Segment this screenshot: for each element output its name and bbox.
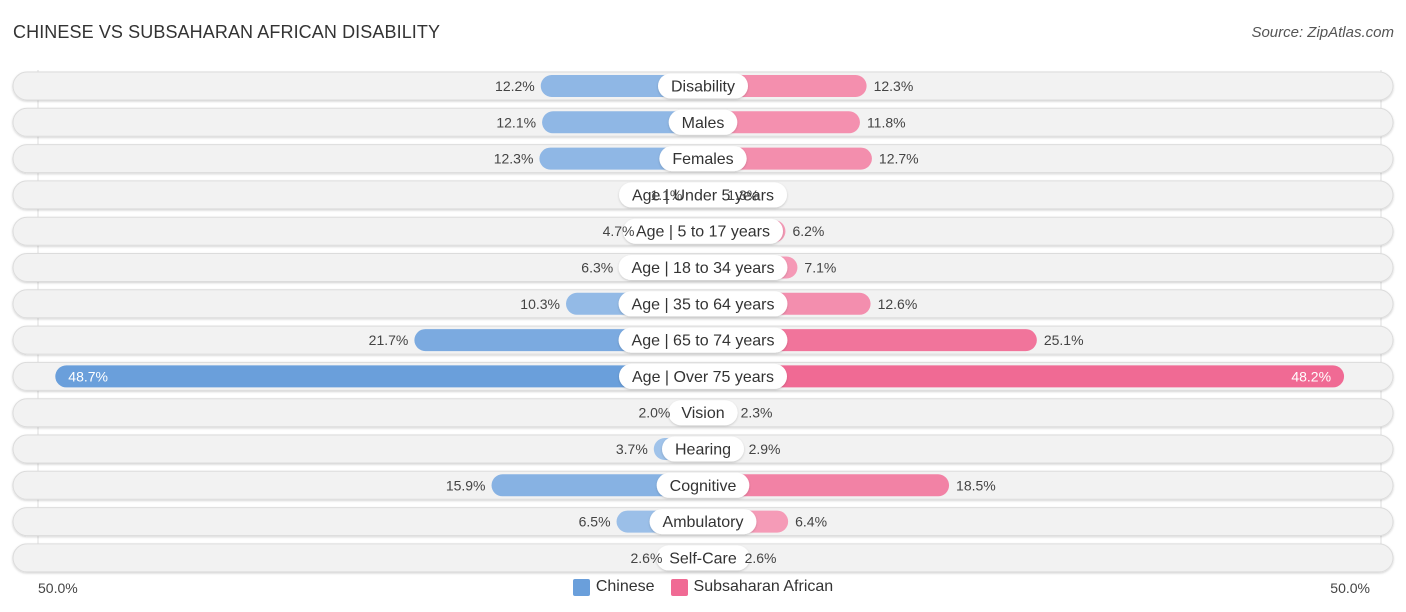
category-label: Age | 5 to 17 years [636,224,770,241]
value-label-subsaharan-african: 2.6% [745,550,777,566]
category-label: Males [682,115,725,132]
row-hearing: Hearing 3.7% 2.9% [12,434,1394,464]
row-age-5-to-17-years: Age | 5 to 17 years4.7% 6.2% [12,216,1394,246]
value-label-chinese: 4.7% [603,223,635,239]
value-label-chinese: 2.6% [630,550,662,566]
legend-swatch-chinese [572,578,590,596]
category-label: Hearing [675,442,731,459]
category-label: Vision [681,405,724,422]
value-label-subsaharan-african: 2.3% [741,405,773,421]
category-label: Age | 18 to 34 years [632,260,775,277]
category-label: Age | 65 to 74 years [632,333,775,350]
value-label-chinese: 10.3% [520,296,560,312]
category-label: Disability [671,79,735,96]
value-label-chinese: 15.9% [446,477,486,493]
value-label-subsaharan-african: 11.8% [867,114,906,130]
bar-subsaharan-african[interactable] [691,365,1345,388]
value-label-chinese: 6.5% [579,514,611,530]
category-label: Self-Care [669,550,737,567]
value-label-chinese: 12.3% [494,151,534,167]
value-label-subsaharan-african: 25.1% [1044,332,1084,348]
value-label-chinese: 21.7% [369,332,409,348]
category-label: Age | 35 to 64 years [632,296,775,313]
row-self-care: Self-Care 2.6% 2.6% [12,543,1394,573]
value-label-chinese: 48.7% [68,368,108,384]
value-label-chinese: 12.1% [496,114,536,130]
value-label-chinese: 12.2% [495,78,535,94]
value-label-chinese: 1.1% [650,187,682,203]
category-label: Age | Over 75 years [632,369,774,386]
value-label-subsaharan-african: 7.1% [804,260,836,276]
legend-swatch-subsaharan-african [670,578,688,596]
value-label-chinese: 3.7% [616,441,648,457]
bar-chinese[interactable] [55,365,716,388]
row-vision: Vision 2.0% 2.3% [12,398,1394,428]
value-label-subsaharan-african: 6.2% [792,223,824,239]
row-ambulatory: Ambulatory 6.5% 6.4% [12,507,1394,537]
value-label-subsaharan-african: 1.3% [727,187,759,203]
category-label: Females [672,151,733,168]
row-age-18-to-34-years: Age | 18 to 34 years 6.3% 7.1% [12,253,1394,282]
value-label-subsaharan-african: 2.9% [749,441,781,457]
legend: Chinese Subsaharan African [0,578,1406,596]
value-label-subsaharan-african: 12.7% [879,151,919,167]
row-age-35-to-64-years: Age | 35 to 64 years 10.3% 12.6% [12,289,1394,319]
value-label-subsaharan-african: 48.2% [1291,368,1331,384]
legend-item-chinese[interactable]: Chinese [572,578,655,596]
row-age-over-75-years: Age | Over 75 years 48.7% 48.2% [12,361,1394,391]
value-label-subsaharan-african: 12.3% [874,78,914,94]
category-label: Cognitive [670,478,737,495]
value-label-chinese: 2.0% [638,405,670,421]
row-males: Males 12.1% 11.8% [12,107,1394,137]
value-label-subsaharan-african: 6.4% [795,514,827,530]
value-label-subsaharan-african: 18.5% [956,477,996,493]
row-females: Females 12.3% 12.7% [12,144,1394,174]
legend-item-subsaharan-african[interactable]: Subsaharan African [670,578,834,596]
row-age-under-5-years: Age | Under 5 years1.1% 1.3% [12,180,1394,210]
diverging-bar-chart: Disability 12.2% 12.3% Males 12.1% 11.8% Femal… [12,70,1394,573]
category-label: Ambulatory [663,514,744,531]
value-label-chinese: 6.3% [581,260,613,276]
legend-label-chinese: Chinese [595,578,655,595]
value-label-subsaharan-african: 12.6% [878,296,918,312]
row-age-65-to-74-years: Age | 65 to 74 years 21.7% 25.1% [12,325,1394,355]
legend-label-subsaharan-african: Subsaharan African [693,578,834,595]
row-disability: Disability 12.2% 12.3% [12,71,1394,101]
row-cognitive: Cognitive 15.9% 18.5% [12,470,1394,500]
